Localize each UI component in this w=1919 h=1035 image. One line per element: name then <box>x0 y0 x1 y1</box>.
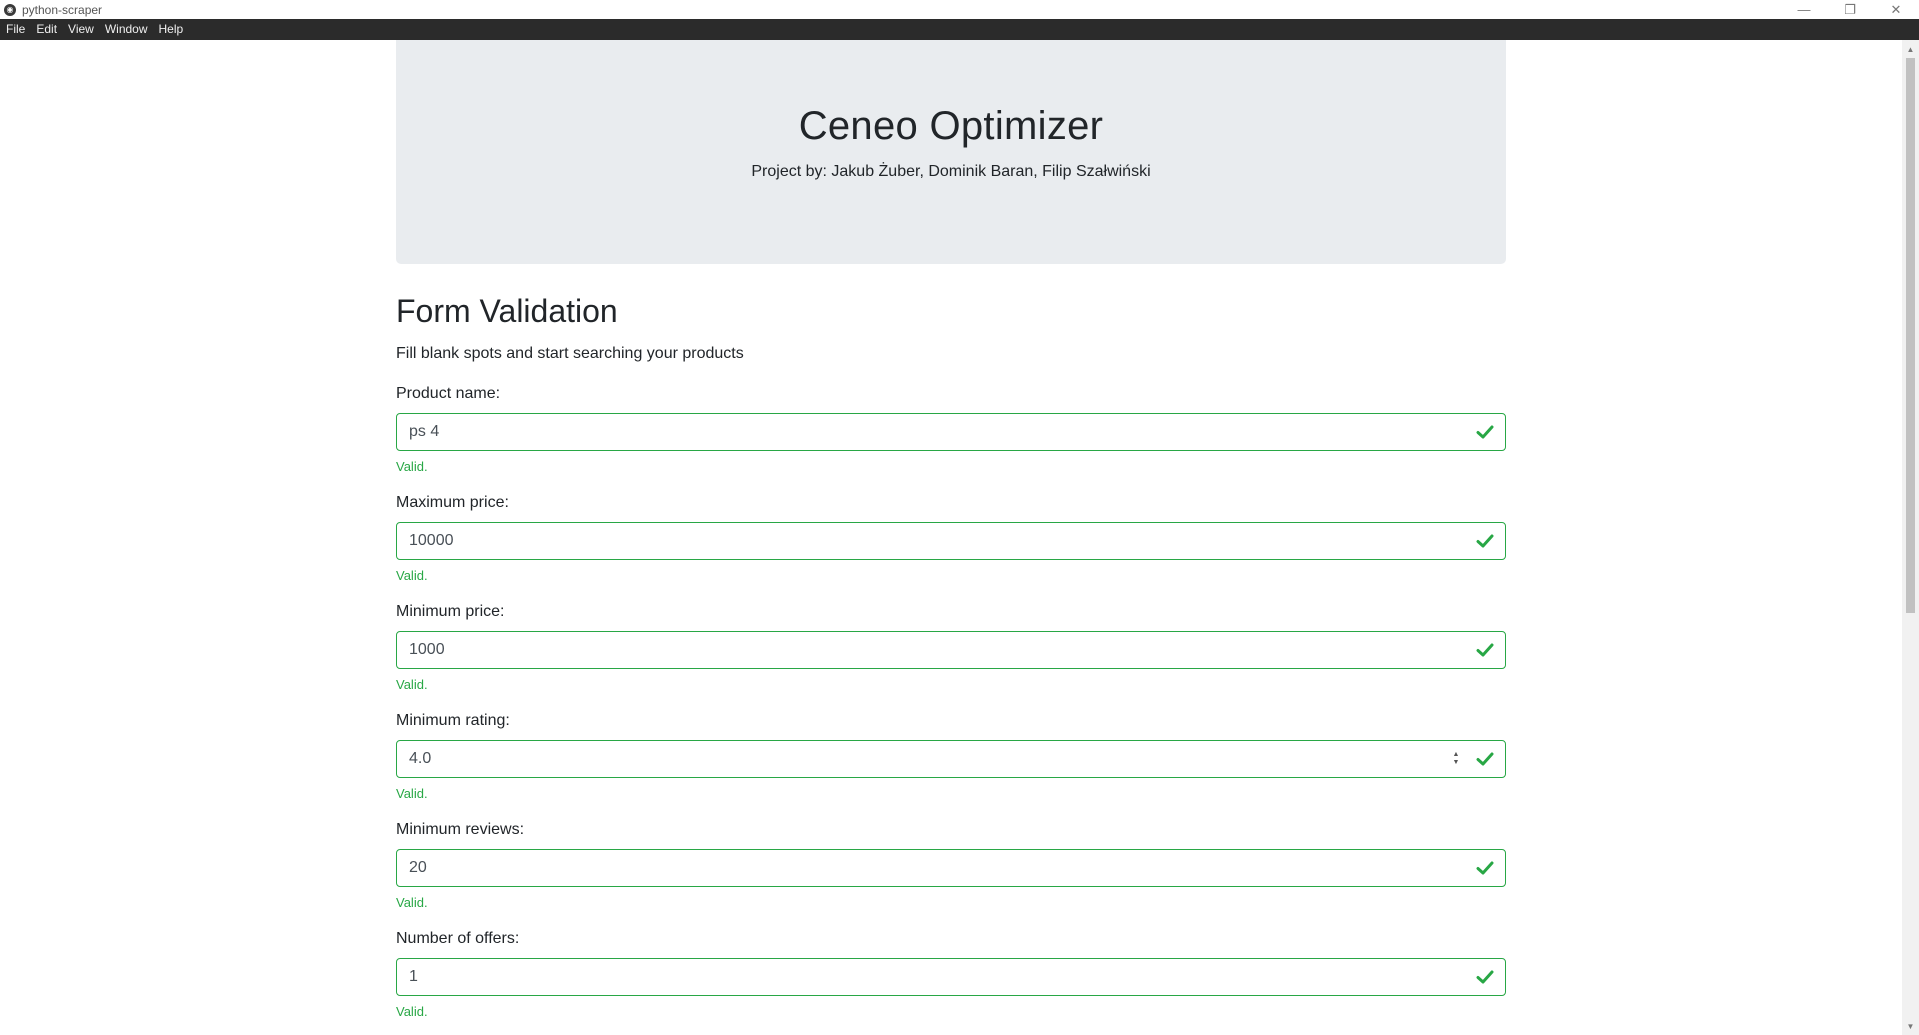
minimum-reviews-input[interactable] <box>397 850 1475 886</box>
minimize-icon[interactable]: — <box>1781 0 1827 19</box>
minimum-reviews-feedback: Valid. <box>396 895 428 910</box>
number-of-offers-field <box>396 958 1506 996</box>
close-icon[interactable]: ✕ <box>1873 0 1919 19</box>
menu-window[interactable]: Window <box>99 19 153 40</box>
minimum-reviews-label: Minimum reviews: <box>396 821 525 838</box>
menu-view[interactable]: View <box>62 19 99 40</box>
minimum-price-label: Minimum price: <box>396 603 505 620</box>
number-of-offers-input[interactable] <box>397 959 1475 995</box>
check-icon <box>1475 531 1495 551</box>
product-name-feedback: Valid. <box>396 459 428 474</box>
window-controls: — ❐ ✕ <box>1781 0 1919 19</box>
menu-file[interactable]: File <box>0 19 30 40</box>
minimum-rating-label: Minimum rating: <box>396 712 510 729</box>
page-content: Ceneo Optimizer Project by: Jakub Żuber,… <box>0 40 1902 1035</box>
scroll-up-icon[interactable]: ▲ <box>1902 42 1919 56</box>
maximum-price-label: Maximum price: <box>396 494 509 511</box>
form-description: Fill blank spots and start searching you… <box>396 345 744 362</box>
page-title: Ceneo Optimizer <box>798 104 1104 148</box>
minimum-reviews-field <box>396 849 1506 887</box>
minimum-rating-field: ▲ ▼ <box>396 740 1506 778</box>
maximum-price-input[interactable] <box>397 523 1475 559</box>
maximum-price-field <box>396 522 1506 560</box>
check-icon <box>1475 967 1495 987</box>
menubar: File Edit View Window Help <box>0 19 1919 40</box>
number-of-offers-feedback: Valid. <box>396 1004 428 1019</box>
scrollbar-thumb[interactable] <box>1906 58 1915 613</box>
spin-down-icon[interactable]: ▼ <box>1453 759 1460 767</box>
check-icon <box>1475 858 1495 878</box>
window-title: python-scraper <box>22 2 103 17</box>
number-of-offers-label: Number of offers: <box>396 930 520 947</box>
spin-up-icon[interactable]: ▲ <box>1453 751 1460 759</box>
minimum-price-field <box>396 631 1506 669</box>
check-icon <box>1475 749 1495 769</box>
number-spinner[interactable]: ▲ ▼ <box>1451 749 1461 769</box>
minimum-price-input[interactable] <box>397 632 1475 668</box>
product-name-field <box>396 413 1506 451</box>
app-icon: ◉ <box>4 3 16 16</box>
restore-icon[interactable]: ❐ <box>1827 0 1873 19</box>
minimum-rating-feedback: Valid. <box>396 786 428 801</box>
window-titlebar: ◉ python-scraper — ❐ ✕ <box>0 0 1919 19</box>
form-title: Form Validation <box>396 293 618 329</box>
minimum-rating-input[interactable] <box>397 741 1451 777</box>
menu-help[interactable]: Help <box>153 19 189 40</box>
product-name-label: Product name: <box>396 385 501 402</box>
vertical-scrollbar[interactable]: ▲ ▼ <box>1902 40 1919 1035</box>
maximum-price-feedback: Valid. <box>396 568 428 583</box>
scroll-down-icon[interactable]: ▼ <box>1902 1019 1919 1033</box>
menu-edit[interactable]: Edit <box>30 19 62 40</box>
check-icon <box>1475 422 1495 442</box>
header-jumbotron: Ceneo Optimizer Project by: Jakub Żuber,… <box>396 40 1506 264</box>
check-icon <box>1475 640 1495 660</box>
project-authors: Project by: Jakub Żuber, Dominik Baran, … <box>751 163 1151 180</box>
minimum-price-feedback: Valid. <box>396 677 428 692</box>
product-name-input[interactable] <box>397 414 1475 450</box>
